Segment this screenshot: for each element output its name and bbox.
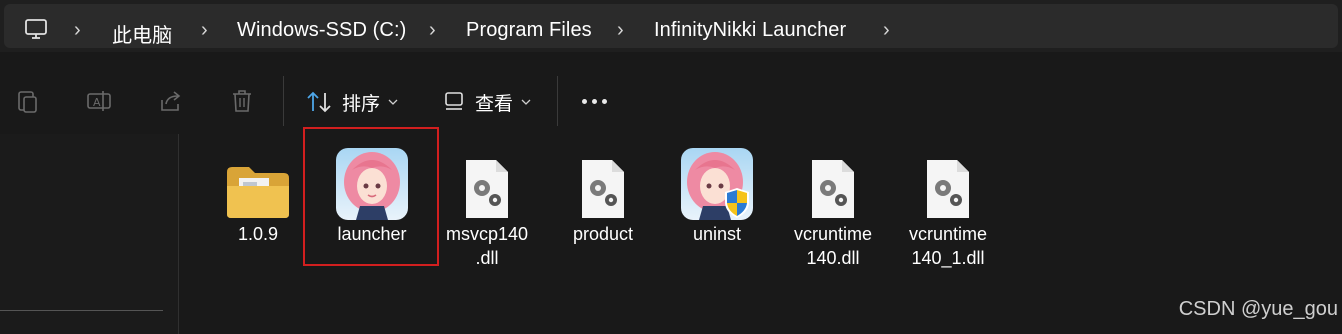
dll-file-icon	[466, 160, 508, 218]
config-file-icon	[582, 160, 624, 218]
chevron-right-icon[interactable]: ›	[617, 19, 624, 42]
dot-icon	[602, 99, 607, 104]
breadcrumb-this-pc[interactable]: 此电脑	[112, 19, 172, 48]
watermark: CSDN @yue_gou	[1178, 298, 1338, 320]
toolbar-divider	[283, 76, 284, 126]
file-name: product	[572, 224, 634, 244]
paste-icon[interactable]	[15, 88, 41, 114]
file-item-product[interactable]: product	[555, 142, 651, 246]
uninstall-app-icon	[681, 148, 753, 220]
chevron-down-icon	[388, 99, 398, 105]
navigation-pane[interactable]	[0, 134, 178, 334]
breadcrumb-drive[interactable]: Windows-SSD (C:)	[237, 19, 406, 42]
sort-label: 排序	[342, 93, 381, 115]
breadcrumb-infinitynikki-launcher[interactable]: InfinityNikki Launcher	[654, 19, 846, 42]
file-item-vcruntime140[interactable]: vcruntime 140.dll	[785, 142, 881, 270]
share-icon[interactable]	[158, 88, 184, 114]
folder-icon	[227, 167, 289, 218]
file-name: vcruntime 140.dll	[793, 224, 873, 268]
file-item-folder[interactable]: 1.0.9	[210, 142, 306, 246]
breadcrumb-program-files[interactable]: Program Files	[466, 19, 592, 42]
more-options-button[interactable]	[582, 99, 607, 104]
computer-icon[interactable]	[24, 18, 48, 40]
navigation-divider	[0, 310, 163, 311]
chevron-right-icon[interactable]: ›	[429, 19, 436, 42]
file-name: msvcp140 .dll	[445, 224, 529, 268]
view-icon	[445, 92, 463, 110]
delete-icon[interactable]	[229, 88, 255, 114]
chevron-right-icon[interactable]: ›	[201, 19, 208, 42]
highlight-box	[303, 127, 439, 266]
sort-icon	[307, 91, 331, 113]
view-label: 查看	[475, 93, 514, 115]
view-button[interactable]: 查看	[443, 88, 531, 116]
command-toolbar: A 排序 查看	[0, 62, 1342, 134]
dll-file-icon	[927, 160, 969, 218]
chevron-right-icon[interactable]: ›	[74, 19, 81, 42]
file-name: vcruntime 140_1.dll	[908, 224, 988, 268]
sort-button[interactable]: 排序	[306, 88, 398, 116]
chevron-right-icon[interactable]: ›	[883, 19, 890, 42]
file-item-msvcp140[interactable]: msvcp140 .dll	[439, 142, 535, 270]
file-name: 1.0.9	[237, 224, 279, 244]
dot-icon	[592, 99, 597, 104]
toolbar-divider	[557, 76, 558, 126]
file-name: uninst	[692, 224, 742, 244]
address-bar[interactable]: › 此电脑 › Windows-SSD (C:) › Program Files…	[4, 4, 1338, 48]
svg-text:A: A	[93, 96, 101, 109]
address-bar-container: › 此电脑 › Windows-SSD (C:) › Program Files…	[0, 0, 1342, 52]
file-item-vcruntime140-1[interactable]: vcruntime 140_1.dll	[900, 142, 996, 270]
pane-splitter[interactable]	[178, 134, 179, 334]
dll-file-icon	[812, 160, 854, 218]
file-item-uninst[interactable]: uninst	[669, 142, 765, 246]
dot-icon	[582, 99, 587, 104]
rename-icon[interactable]: A	[86, 88, 112, 114]
chevron-down-icon	[521, 99, 531, 105]
